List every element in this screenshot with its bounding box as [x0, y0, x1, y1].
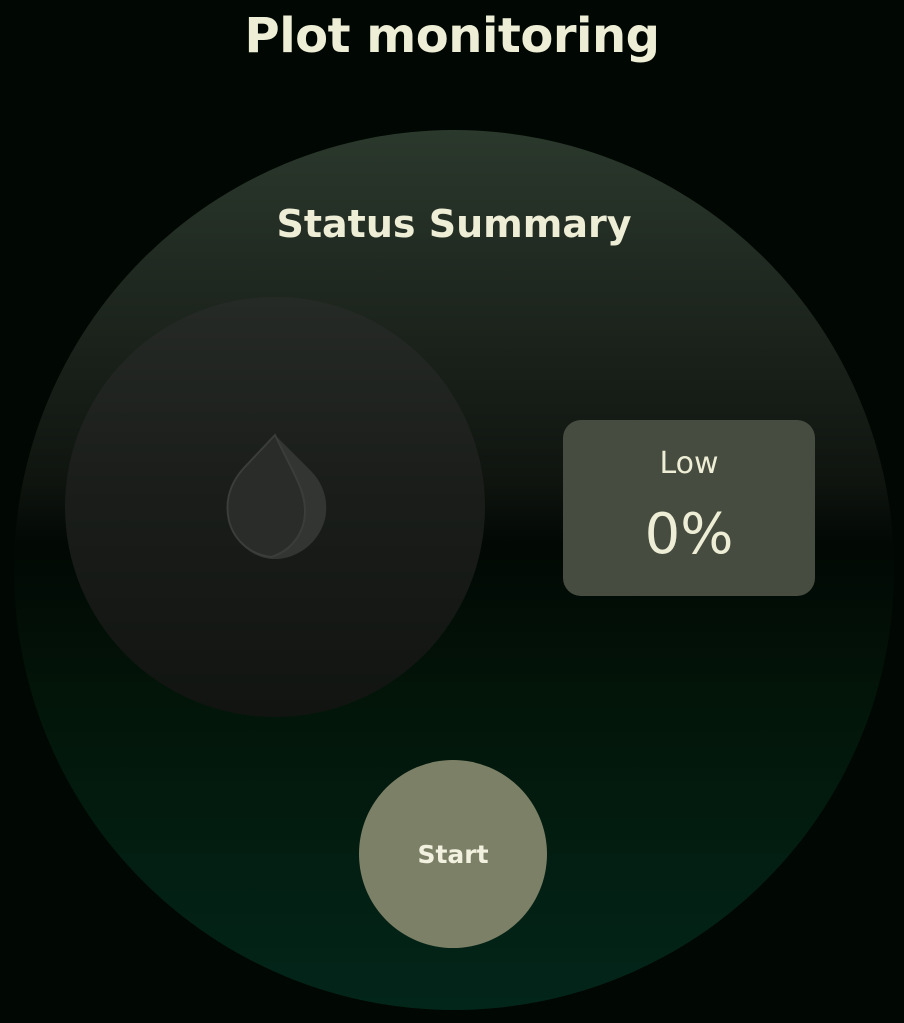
status-value: 0%: [644, 502, 734, 567]
watch-face: Status Summary Low 0% Start: [14, 130, 894, 1010]
status-label: Low: [659, 446, 719, 481]
status-summary-title: Status Summary: [276, 202, 632, 246]
start-button[interactable]: Start: [359, 760, 547, 948]
water-drop-icon: [226, 433, 327, 559]
screen: Plot monitoring Status Summary Low 0% St…: [0, 0, 904, 1023]
status-card: Low 0%: [563, 420, 815, 596]
page-title: Plot monitoring: [244, 8, 660, 64]
